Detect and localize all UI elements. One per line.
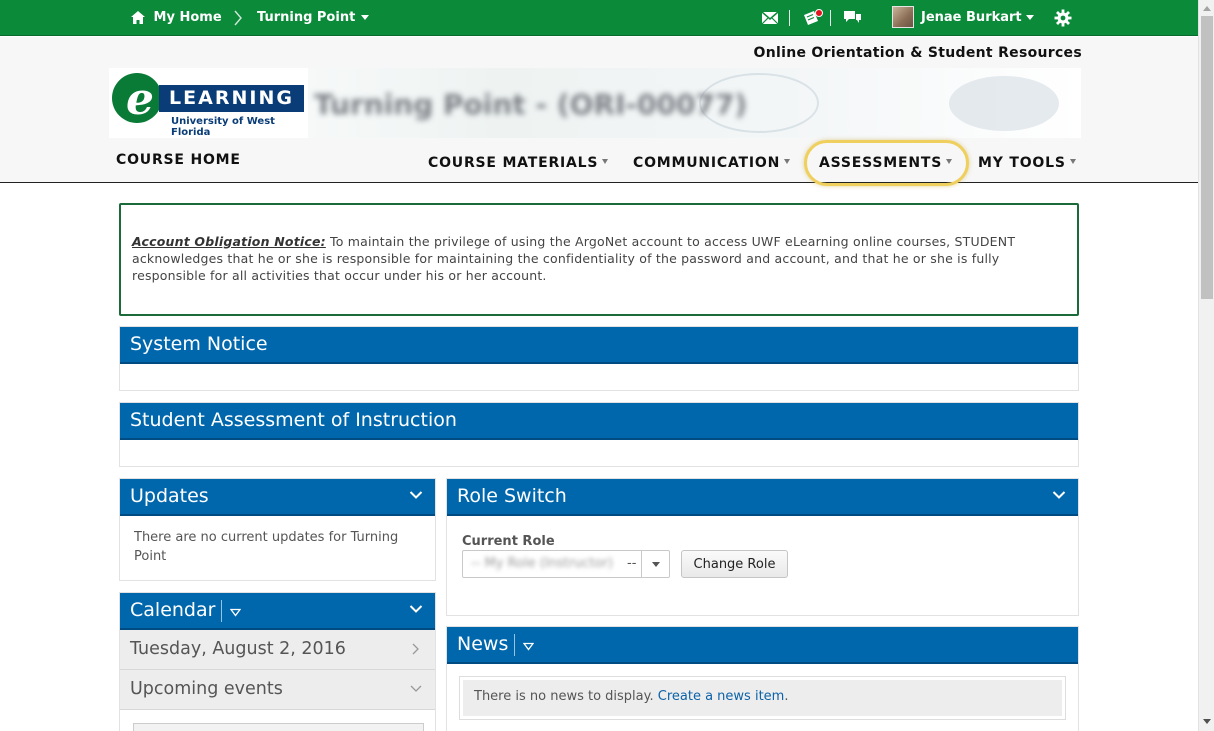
current-role-label: Current Role <box>462 534 555 549</box>
role-select-value: -- My Role (Instructor) <box>471 556 613 571</box>
updates-widget: Updates There are no current updates for… <box>119 478 436 581</box>
widget-title: System Notice <box>130 333 268 355</box>
email-icon[interactable] <box>761 0 779 36</box>
role-select-suffix: -- <box>627 556 637 571</box>
chevron-down-icon[interactable] <box>409 490 423 500</box>
scroll-up-icon[interactable] <box>1203 6 1211 11</box>
chevron-down-icon <box>1025 15 1034 20</box>
logo-subtitle: University of West Florida <box>171 116 275 138</box>
sai-widget: Student Assessment of Instruction <box>119 402 1079 467</box>
logo-circle: e <box>112 73 162 125</box>
upcoming-events-label: Upcoming events <box>130 679 283 699</box>
home-icon <box>131 11 145 24</box>
widget-title: News <box>457 633 535 656</box>
upcoming-events-row[interactable]: Upcoming events <box>120 670 435 710</box>
updates-icon[interactable] <box>802 0 824 36</box>
chevron-down-icon[interactable] <box>410 685 422 693</box>
widget-body: Current Role -- My Role (Instructor) -- … <box>447 516 1078 616</box>
notice-label: Account Obligation Notice: <box>132 234 326 249</box>
scrollbar[interactable] <box>1198 0 1214 731</box>
chevron-down-icon[interactable] <box>409 604 423 614</box>
widget-title: Student Assessment of Instruction <box>130 409 457 431</box>
widget-header: Student Assessment of Instruction <box>120 403 1078 440</box>
nav-course-home[interactable]: COURSE HOME <box>116 152 241 168</box>
change-role-button[interactable]: Change Role <box>681 550 788 578</box>
chevron-down-icon[interactable] <box>641 551 669 577</box>
chevron-down-icon <box>361 15 370 20</box>
course-selector[interactable]: Turning Point <box>257 0 370 36</box>
chevron-down-icon <box>946 159 953 164</box>
widget-header: Role Switch <box>447 479 1078 516</box>
widget-menu-icon[interactable] <box>514 633 535 656</box>
calendar-widget: Calendar Tuesday, August 2, 2016 Upcomin… <box>119 592 436 731</box>
news-empty-box: There is no news to display. Create a ne… <box>459 676 1066 720</box>
calendar-date: Tuesday, August 2, 2016 <box>130 639 346 659</box>
system-notice-widget: System Notice <box>119 326 1079 391</box>
widget-title: Calendar <box>130 599 242 622</box>
chat-icon[interactable] <box>843 0 862 36</box>
widget-title: Role Switch <box>457 485 567 507</box>
chevron-down-icon <box>602 159 609 164</box>
chevron-down-icon <box>784 159 791 164</box>
divider <box>830 10 831 26</box>
calendar-date-row[interactable]: Tuesday, August 2, 2016 <box>120 630 435 670</box>
scroll-thumb[interactable] <box>1201 16 1213 299</box>
chevron-right-icon[interactable] <box>411 643 419 655</box>
create-news-link[interactable]: Create a news item <box>658 689 785 704</box>
elearning-logo[interactable]: e LEARNING University of West Florida <box>109 68 308 138</box>
avatar[interactable] <box>892 6 914 28</box>
widget-menu-icon[interactable] <box>221 599 242 622</box>
account-obligation-notice: Account Obligation Notice: To maintain t… <box>119 203 1079 316</box>
role-select[interactable]: -- My Role (Instructor) -- <box>462 550 670 578</box>
calendar-events-panel <box>133 723 424 731</box>
gear-icon[interactable] <box>1054 0 1072 36</box>
top-navbar: My Home Turning Point Jenae Burkart <box>0 0 1198 36</box>
updates-empty-text: There are no current updates for Turning… <box>134 530 399 564</box>
news-empty-message: There is no news to display. Create a ne… <box>463 680 1062 716</box>
nav-my-tools[interactable]: MY TOOLS <box>978 155 1076 171</box>
my-home-label: My Home <box>153 10 222 25</box>
course-selector-label: Turning Point <box>257 10 356 25</box>
course-title: Turning Point - (ORI-00077) <box>314 88 748 121</box>
nav-course-materials[interactable]: COURSE MATERIALS <box>428 155 609 171</box>
chevron-down-icon[interactable] <box>1052 490 1066 500</box>
role-switch-widget: Role Switch Current Role -- My Role (Ins… <box>446 478 1079 616</box>
user-name: Jenae Burkart <box>921 10 1022 25</box>
banner-decoration <box>949 76 1059 131</box>
breadcrumb-chevron-icon <box>233 0 243 36</box>
widget-header: Updates <box>120 479 435 516</box>
widget-header: System Notice <box>120 327 1078 364</box>
my-home-link[interactable]: My Home <box>130 0 222 36</box>
nav-assessments[interactable]: ASSESSMENTS <box>819 155 953 171</box>
course-banner: e LEARNING University of West Florida Tu… <box>109 68 1081 138</box>
widget-header: News <box>447 627 1078 664</box>
divider <box>789 10 790 26</box>
widget-body: There are no current updates for Turning… <box>120 516 435 578</box>
orientation-link[interactable]: Online Orientation & Student Resources <box>754 45 1082 61</box>
user-menu[interactable]: Jenae Burkart <box>921 0 1034 36</box>
news-widget: News There is no news to display. Create… <box>446 626 1079 731</box>
widget-title: Updates <box>130 485 209 507</box>
nav-communication[interactable]: COMMUNICATION <box>633 155 791 171</box>
logo-wordmark: LEARNING <box>159 85 304 112</box>
chevron-down-icon <box>1069 159 1076 164</box>
scroll-down-icon[interactable] <box>1203 719 1211 724</box>
widget-header: Calendar <box>120 593 435 630</box>
